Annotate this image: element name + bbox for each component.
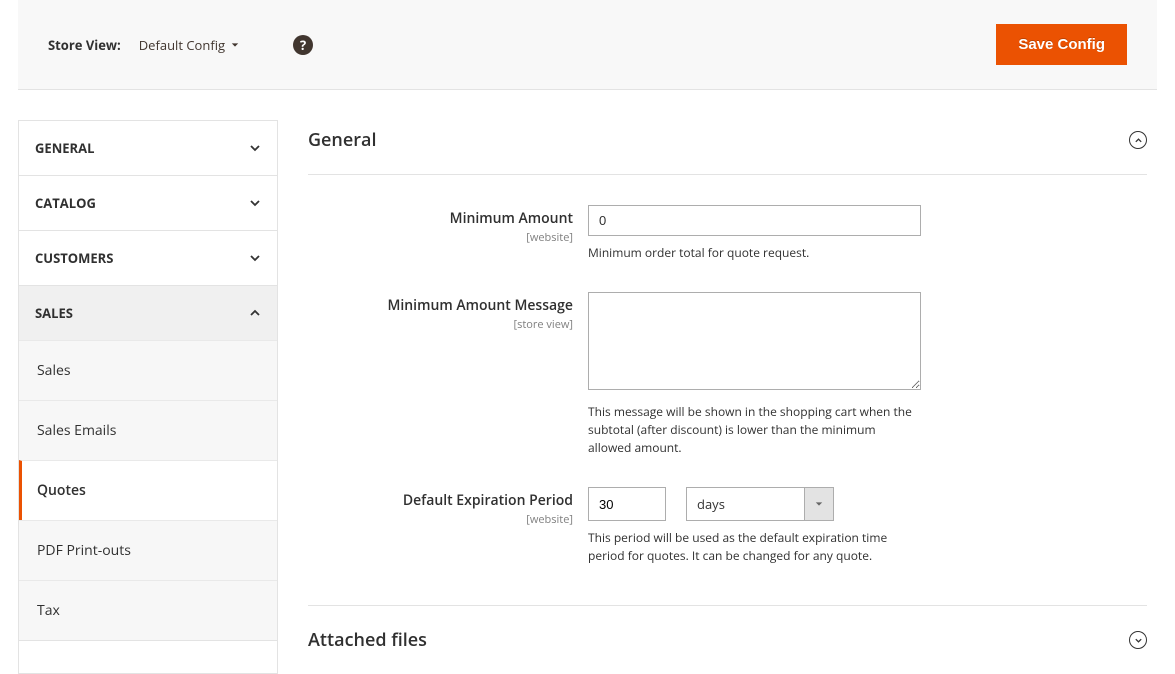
section-title: Attached files xyxy=(308,628,427,652)
field-label: Minimum Amount Message xyxy=(387,296,573,315)
field-min-amount-msg: Minimum Amount Message [store view] This… xyxy=(308,292,1147,457)
section-title: General xyxy=(308,128,376,152)
help-icon[interactable]: ? xyxy=(293,35,313,55)
min-amount-msg-textarea[interactable] xyxy=(588,292,921,390)
sidebar-group-header[interactable]: CATALOG xyxy=(19,176,277,230)
sidebar-group-header[interactable]: CUSTOMERS xyxy=(19,231,277,285)
field-expiration: Default Expiration Period [website] days xyxy=(308,487,1147,565)
store-view-switcher: Store View: Default Config ? xyxy=(48,35,313,55)
sidebar-item-sales-emails[interactable]: Sales Emails xyxy=(19,400,277,460)
chevron-down-icon xyxy=(815,500,823,508)
field-scope: [website] xyxy=(308,512,573,527)
content-area: General Minimum Amount [website] Minimum… xyxy=(308,120,1157,674)
collapse-icon xyxy=(1129,131,1147,149)
store-view-label: Store View: xyxy=(48,36,121,54)
field-hint: This period will be used as the default … xyxy=(588,529,921,565)
sidebar-group-sales: SALES Sales Sales Emails Quotes PDF Prin… xyxy=(19,286,277,641)
sidebar-group-general: GENERAL xyxy=(19,121,277,176)
field-label: Default Expiration Period xyxy=(403,491,573,510)
sidebar-group-header[interactable]: GENERAL xyxy=(19,121,277,175)
sidebar-group-header[interactable]: SALES xyxy=(19,286,277,340)
field-scope: [store view] xyxy=(308,317,573,332)
min-amount-input[interactable] xyxy=(588,205,921,236)
expiration-value-input[interactable] xyxy=(588,487,666,521)
expand-icon xyxy=(1129,631,1147,649)
field-hint: This message will be shown in the shoppi… xyxy=(588,403,921,457)
save-config-button[interactable]: Save Config xyxy=(996,24,1127,65)
section-body-general: Minimum Amount [website] Minimum order t… xyxy=(308,175,1147,606)
chevron-down-icon xyxy=(231,41,239,49)
dropdown-toggle xyxy=(804,487,834,521)
sidebar-item-quotes[interactable]: Quotes xyxy=(19,460,277,520)
sidebar-group-catalog: CATALOG xyxy=(19,176,277,231)
sidebar-item-tax[interactable]: Tax xyxy=(19,580,277,640)
sidebar-item-sales[interactable]: Sales xyxy=(19,340,277,400)
chevron-down-icon xyxy=(249,197,261,209)
config-sidebar: GENERAL CATALOG CUSTOMERS SALES Sales xyxy=(18,120,278,674)
field-min-amount: Minimum Amount [website] Minimum order t… xyxy=(308,205,1147,262)
chevron-down-icon xyxy=(249,252,261,264)
field-scope: [website] xyxy=(308,230,573,245)
expiration-unit-select[interactable]: days xyxy=(686,487,834,521)
chevron-down-icon xyxy=(249,142,261,154)
section-header-general[interactable]: General xyxy=(308,120,1147,175)
sidebar-item-pdf[interactable]: PDF Print-outs xyxy=(19,520,277,580)
chevron-up-icon xyxy=(249,307,261,319)
section-header-attached[interactable]: Attached files xyxy=(308,606,1147,674)
sidebar-group-customers: CUSTOMERS xyxy=(19,231,277,286)
store-view-dropdown[interactable]: Default Config xyxy=(139,36,239,54)
field-hint: Minimum order total for quote request. xyxy=(588,244,921,262)
topbar: Store View: Default Config ? Save Config xyxy=(18,0,1157,90)
field-label: Minimum Amount xyxy=(450,209,573,228)
